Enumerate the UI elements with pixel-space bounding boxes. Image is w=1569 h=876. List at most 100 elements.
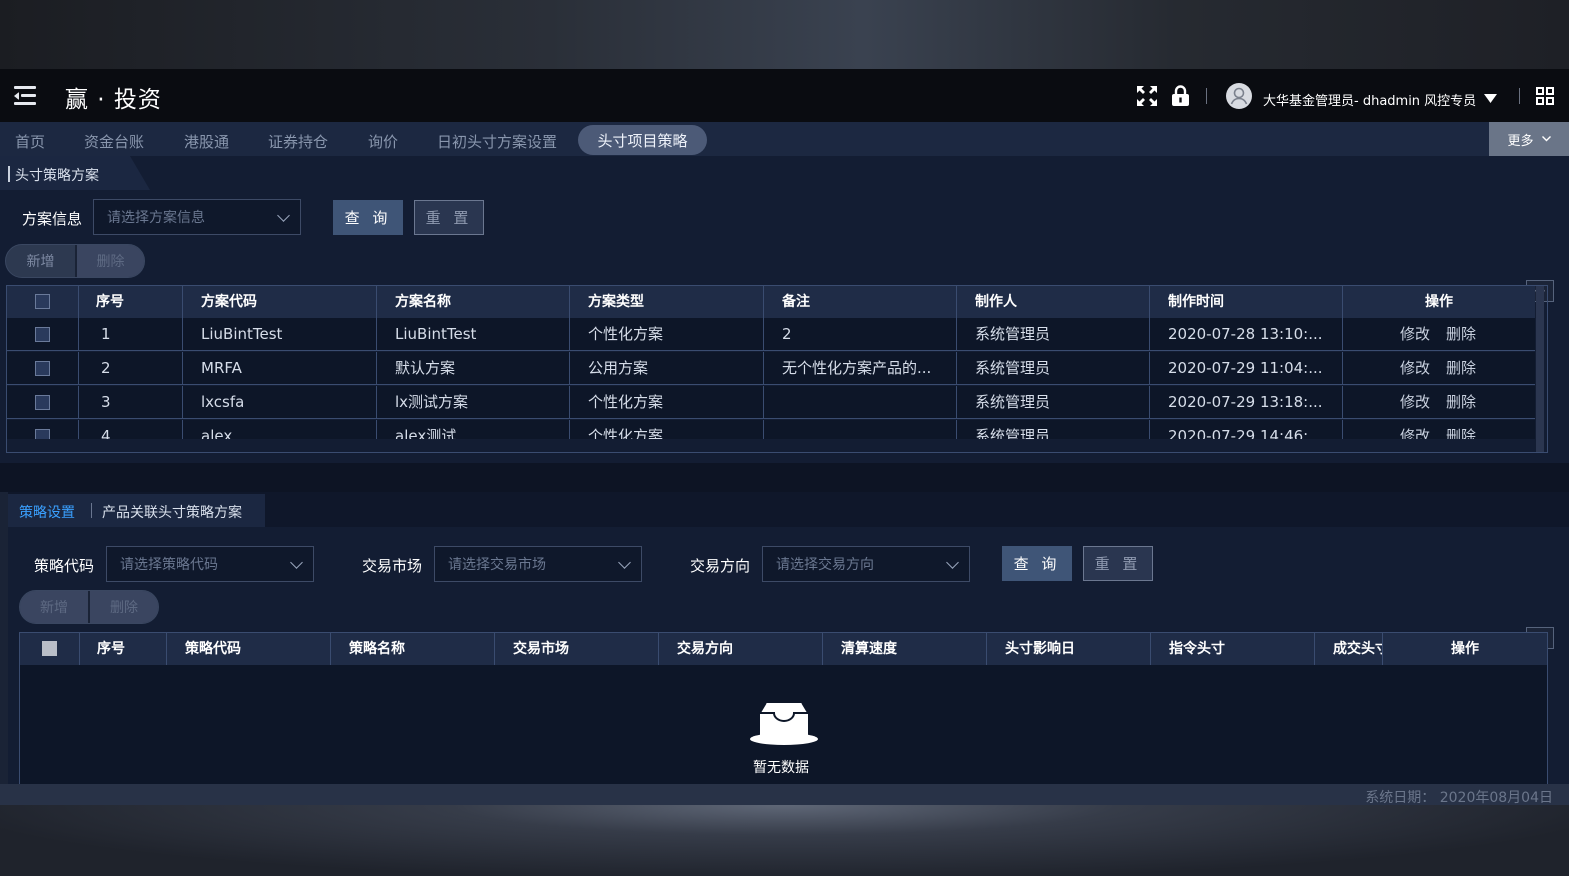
cell-maker: 系统管理员 <box>957 352 1150 385</box>
strategy-delete-button[interactable]: 删除 <box>88 591 158 623</box>
cell-note <box>764 386 957 419</box>
cell-code: alex <box>183 420 377 439</box>
cell-time: 2020-07-29 13:18:... <box>1150 386 1343 419</box>
grid-apps-icon[interactable] <box>1536 87 1554 105</box>
column-header: 制作时间 <box>1150 286 1343 318</box>
column-header: 成交头寸 <box>1315 633 1383 665</box>
plan-action-group: 新增 删除 <box>5 244 145 278</box>
delete-link[interactable]: 删除 <box>1446 325 1476 343</box>
plan-delete-button[interactable]: 删除 <box>74 245 144 277</box>
strategy-action-group: 新增 删除 <box>19 590 159 624</box>
tab-hk-connect[interactable]: 港股通 <box>184 131 229 152</box>
plan-table-scrollbar[interactable] <box>1536 286 1544 452</box>
top-backdrop <box>0 0 1569 69</box>
select-all-checkbox[interactable] <box>35 294 50 309</box>
strategy-code-label: 策略代码 <box>34 557 95 575</box>
column-header: 方案代码 <box>183 286 377 318</box>
cell-maker: 系统管理员 <box>957 420 1150 439</box>
delete-link[interactable]: 删除 <box>1446 359 1476 377</box>
plan-info-select[interactable]: 请选择方案信息 <box>93 199 301 235</box>
table-row: 1 LiuBintTest LiuBintTest 个性化方案 2 系统管理员 … <box>7 318 1535 351</box>
column-header: 方案类型 <box>570 286 764 318</box>
column-header: 操作 <box>1425 294 1453 310</box>
more-tabs-button[interactable]: 更多 <box>1489 122 1569 156</box>
strategy-query-button[interactable]: 查 询 <box>1002 546 1072 581</box>
row-checkbox-cell <box>7 420 79 439</box>
edit-link[interactable]: 修改 <box>1400 359 1430 377</box>
header-divider <box>1519 88 1520 104</box>
tab-position-strategy[interactable]: 头寸项目策略 <box>578 125 707 155</box>
cell-code: LiuBintTest <box>183 318 377 351</box>
avatar-icon[interactable] <box>1226 83 1252 109</box>
tab-fund-ledger[interactable]: 资金台账 <box>84 131 144 152</box>
column-header: 备注 <box>764 286 957 318</box>
plan-info-label: 方案信息 <box>22 210 83 228</box>
cell-name: alex测试 <box>377 420 570 439</box>
system-date: 系统日期： 2020年08月04日 <box>1365 790 1553 806</box>
tab-product-linked-plan[interactable]: 产品关联头寸策略方案 <box>102 502 242 522</box>
cell-actions: 修改 删除 <box>1343 386 1535 419</box>
cell-note: 无个性化方案产品的... <box>764 352 957 385</box>
section-gap <box>0 463 1569 492</box>
strategy-reset-button[interactable]: 重 置 <box>1083 546 1153 581</box>
column-header: 指令头寸 <box>1151 633 1315 665</box>
strategy-code-select[interactable]: 请选择策略代码 <box>106 546 314 582</box>
user-name[interactable]: 大华基金管理员- dhadmin 风控专员 <box>1263 90 1476 109</box>
tab-daily-position-plan[interactable]: 日初头寸方案设置 <box>437 131 557 152</box>
edit-link[interactable]: 修改 <box>1400 393 1430 411</box>
delete-link[interactable]: 删除 <box>1446 393 1476 411</box>
select-all-checkbox[interactable] <box>42 641 57 656</box>
cell-name: lx测试方案 <box>377 386 570 419</box>
tab-home[interactable]: 首页 <box>15 131 45 152</box>
nav-tab-bar <box>0 122 1569 156</box>
column-header: 方案名称 <box>377 286 570 318</box>
row-checkbox[interactable] <box>35 361 50 376</box>
section-tab-marker <box>8 166 10 182</box>
trade-market-select[interactable]: 请选择交易市场 <box>434 546 642 582</box>
plan-reset-button[interactable]: 重 置 <box>414 200 484 235</box>
tab-holdings[interactable]: 证券持仓 <box>268 131 328 152</box>
column-header: 序号 <box>79 286 183 318</box>
lock-icon[interactable] <box>1172 85 1189 106</box>
row-checkbox[interactable] <box>35 327 50 342</box>
column-header: 交易市场 <box>495 633 659 665</box>
column-header: 制作人 <box>957 286 1150 318</box>
cell-name: 默认方案 <box>377 352 570 385</box>
plan-query-button[interactable]: 查 询 <box>333 200 403 235</box>
cell-time: 2020-07-29 11:04:... <box>1150 352 1343 385</box>
empty-state-text: 暂无数据 <box>753 760 809 776</box>
column-header: 序号 <box>80 633 167 665</box>
cell-code: lxcsfa <box>183 386 377 419</box>
header-divider <box>1206 88 1207 104</box>
edit-link[interactable]: 修改 <box>1400 427 1430 439</box>
plan-table-header: 序号 方案代码 方案名称 方案类型 备注 制作人 制作时间 操作 <box>7 286 1535 318</box>
cell-actions: 修改 删除 <box>1343 420 1535 439</box>
cell-actions: 修改 删除 <box>1343 352 1535 385</box>
tab-divider <box>91 503 92 518</box>
more-label: 更多 <box>1507 133 1534 149</box>
table-row: 2 MRFA 默认方案 公用方案 无个性化方案产品的... 系统管理员 2020… <box>7 352 1535 385</box>
tab-inquiry[interactable]: 询价 <box>368 131 398 152</box>
trade-direction-select[interactable]: 请选择交易方向 <box>762 546 970 582</box>
row-checkbox-cell <box>7 352 79 385</box>
trade-direction-label: 交易方向 <box>690 557 751 575</box>
fullscreen-icon[interactable] <box>1137 86 1157 106</box>
edit-link[interactable]: 修改 <box>1400 325 1430 343</box>
row-checkbox-cell <box>7 318 79 351</box>
cell-name: LiuBintTest <box>377 318 570 351</box>
plan-add-button[interactable]: 新增 <box>6 245 75 277</box>
row-checkbox[interactable] <box>35 395 50 410</box>
cell-type: 个性化方案 <box>570 420 764 439</box>
tab-strategy-settings[interactable]: 策略设置 <box>19 502 75 522</box>
cell-no: 3 <box>79 386 183 419</box>
row-checkbox[interactable] <box>35 429 50 439</box>
cell-maker: 系统管理员 <box>957 318 1150 351</box>
menu-toggle-icon[interactable] <box>12 84 38 108</box>
chevron-down-icon[interactable] <box>1484 94 1497 103</box>
delete-link[interactable]: 删除 <box>1446 427 1476 439</box>
cell-note <box>764 420 957 439</box>
cell-type: 个性化方案 <box>570 318 764 351</box>
column-header: 头寸影响日 <box>987 633 1151 665</box>
cell-no: 1 <box>79 318 183 351</box>
strategy-add-button[interactable]: 新增 <box>20 591 88 623</box>
